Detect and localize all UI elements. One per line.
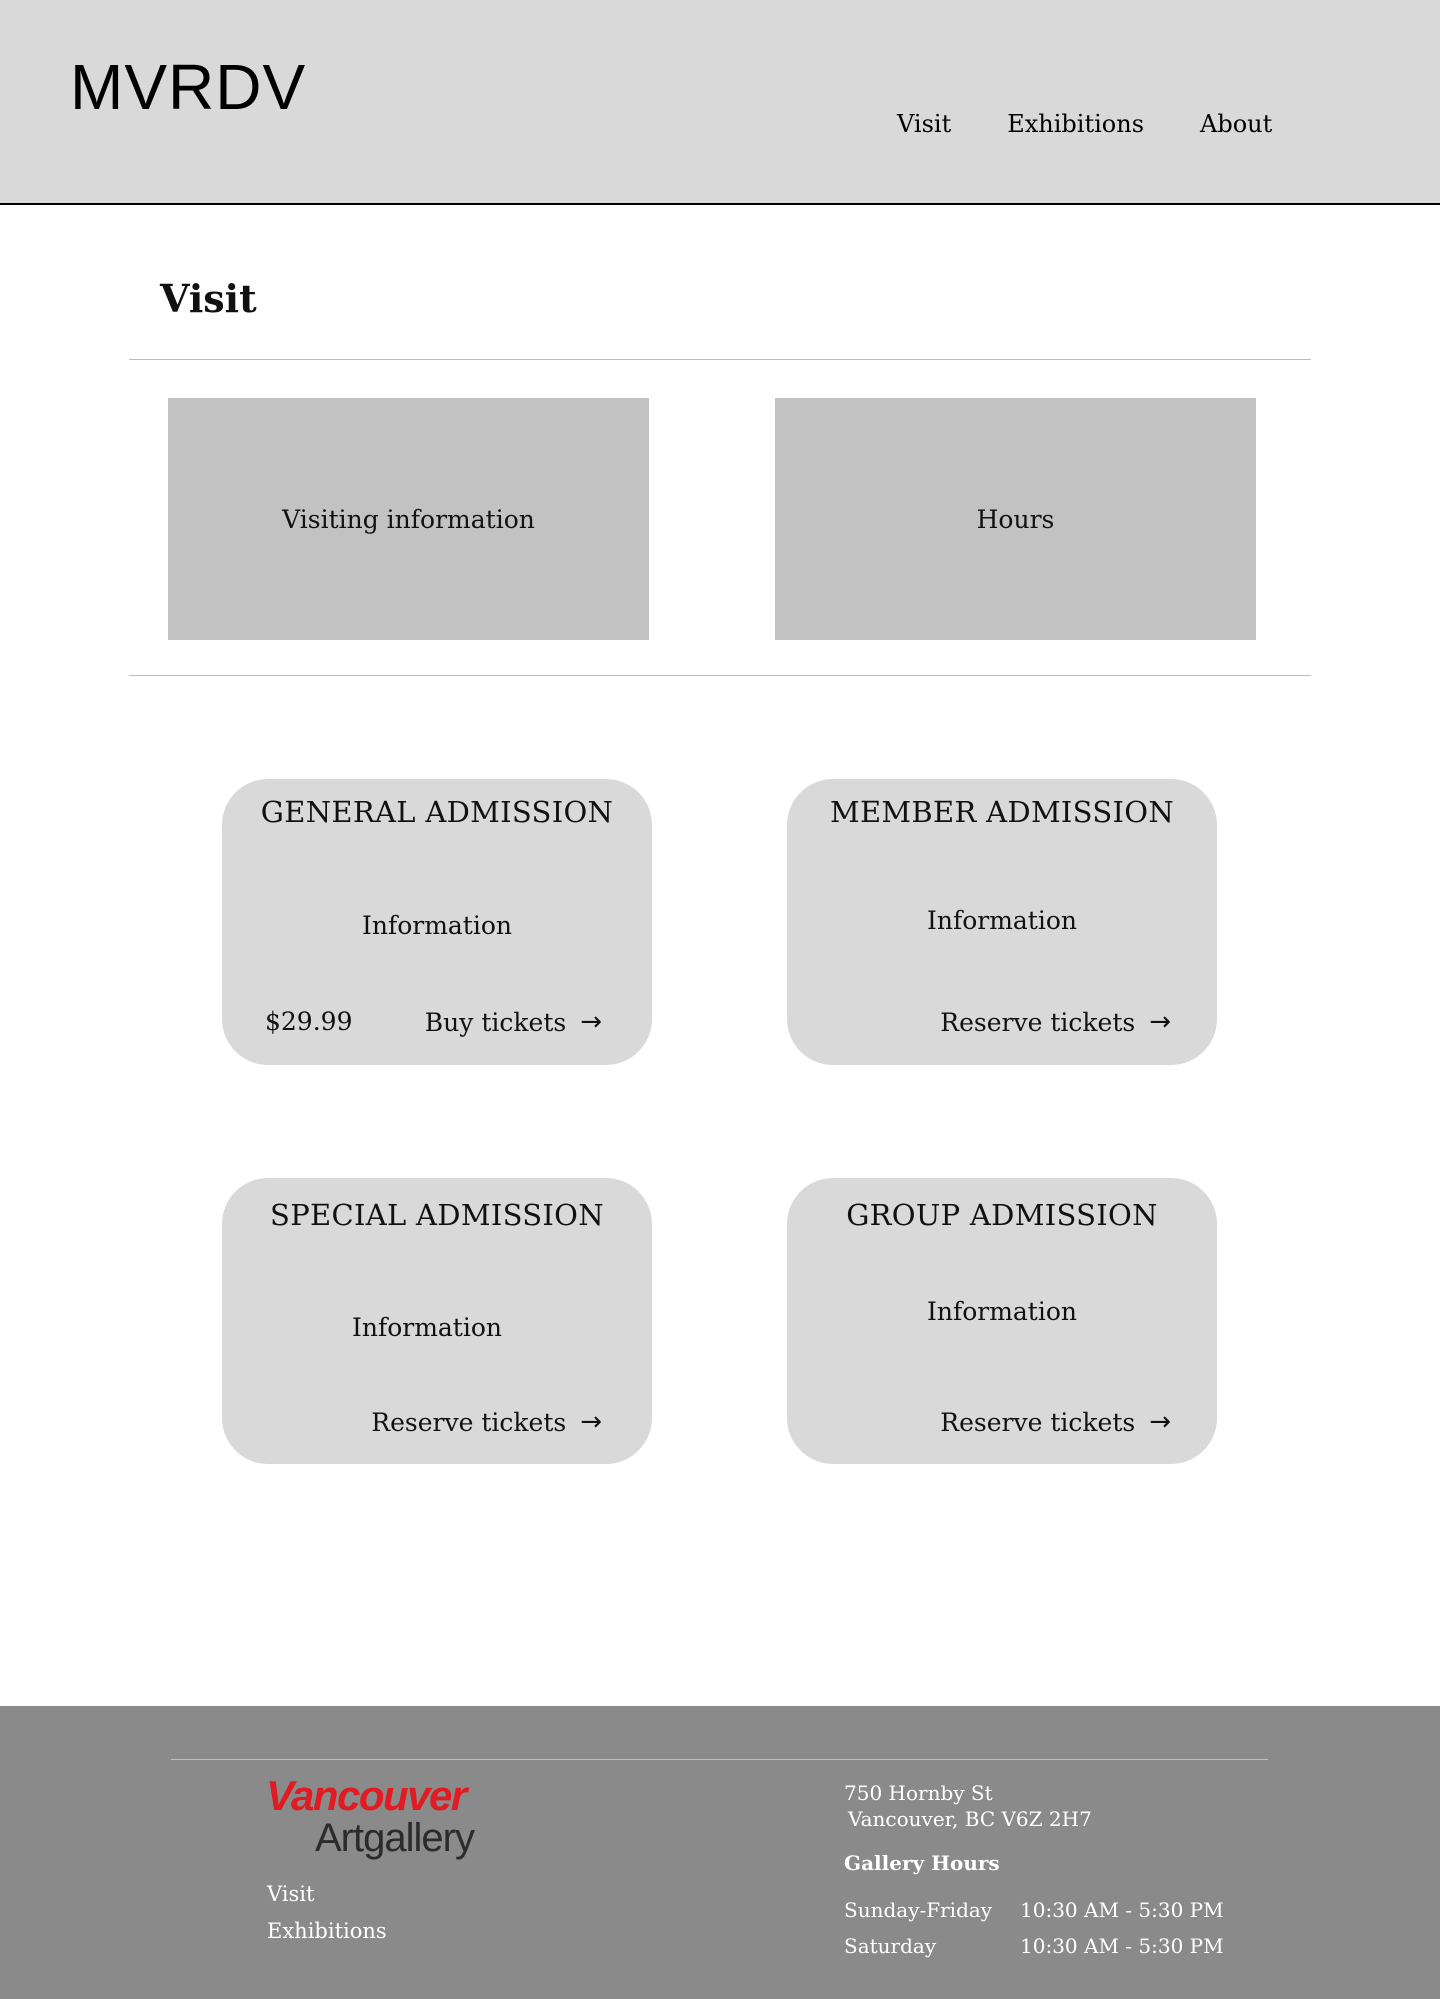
- main-nav: Visit Exhibitions About: [897, 110, 1328, 138]
- footer-divider: [171, 1759, 1268, 1760]
- hours-table: Sunday-Friday 10:30 AM - 5:30 PM Saturda…: [844, 1892, 1224, 1964]
- hours-heading: Gallery Hours: [844, 1851, 1000, 1875]
- reserve-tickets-link[interactable]: Reserve tickets →: [940, 1007, 1171, 1037]
- card-title: GROUP ADMISSION: [846, 1198, 1158, 1232]
- arrow-right-icon: →: [580, 1007, 602, 1037]
- site-logo[interactable]: MVRDV: [70, 50, 306, 124]
- cta-label: Buy tickets: [424, 1007, 567, 1037]
- arrow-right-icon: →: [1149, 1407, 1171, 1437]
- buy-tickets-link[interactable]: Buy tickets →: [425, 1007, 602, 1037]
- card-title: SPECIAL ADMISSION: [270, 1198, 604, 1232]
- hours-day: Sunday-Friday: [844, 1898, 993, 1922]
- footer-link-exhibitions[interactable]: Exhibitions: [267, 1913, 387, 1950]
- nav-about[interactable]: About: [1200, 110, 1272, 138]
- card-title: MEMBER ADMISSION: [829, 795, 1175, 829]
- nav-exhibitions[interactable]: Exhibitions: [1007, 110, 1144, 138]
- ticket-price: $29.99: [265, 1007, 353, 1036]
- tile-label: Visiting information: [282, 504, 535, 534]
- card-info: Information: [361, 911, 513, 940]
- arrow-right-icon: →: [1149, 1007, 1171, 1037]
- footer-links: Visit Exhibitions: [267, 1876, 387, 1950]
- divider: [129, 675, 1311, 676]
- special-admission-card: SPECIAL ADMISSION Information Reserve ti…: [222, 1178, 652, 1464]
- address: 750 Hornby St Vancouver, BC V6Z 2H7: [844, 1780, 1092, 1832]
- cta-label: Reserve tickets: [940, 1407, 1136, 1437]
- card-info: Information: [351, 1313, 503, 1342]
- vancouver-art-gallery-logo[interactable]: Vancouver Artgallery: [266, 1772, 475, 1860]
- nav-visit[interactable]: Visit: [897, 110, 951, 138]
- card-info: Information: [926, 1297, 1078, 1326]
- address-line: Vancouver, BC V6Z 2H7: [848, 1807, 1092, 1831]
- footer-link-visit[interactable]: Visit: [267, 1876, 387, 1913]
- brand-wordmark-top: Vancouver: [266, 1772, 467, 1819]
- hours-row: Saturday 10:30 AM - 5:30 PM: [844, 1928, 1224, 1964]
- hours-tile[interactable]: Hours: [775, 398, 1256, 640]
- site-header: MVRDV Visit Exhibitions About: [0, 0, 1440, 205]
- visiting-information-tile[interactable]: Visiting information: [168, 398, 649, 640]
- address-line: 750 Hornby St: [844, 1781, 993, 1805]
- site-footer: Vancouver Artgallery Visit Exhibitions 7…: [0, 1706, 1440, 1999]
- divider: [129, 359, 1311, 360]
- hours-time: 10:30 AM - 5:30 PM: [1020, 1898, 1224, 1922]
- card-info: Information: [926, 906, 1078, 935]
- reserve-tickets-link[interactable]: Reserve tickets →: [371, 1407, 602, 1437]
- card-title: GENERAL ADMISSION: [260, 795, 614, 829]
- page-title: Visit: [160, 276, 257, 321]
- reserve-tickets-link[interactable]: Reserve tickets →: [940, 1407, 1171, 1437]
- member-admission-card: MEMBER ADMISSION Information Reserve tic…: [787, 779, 1217, 1065]
- general-admission-card: GENERAL ADMISSION Information $29.99 Buy…: [222, 779, 652, 1065]
- arrow-right-icon: →: [580, 1407, 602, 1437]
- group-admission-card: GROUP ADMISSION Information Reserve tick…: [787, 1178, 1217, 1464]
- tile-label: Hours: [976, 504, 1055, 534]
- cta-label: Reserve tickets: [940, 1007, 1136, 1037]
- hours-row: Sunday-Friday 10:30 AM - 5:30 PM: [844, 1892, 1224, 1928]
- hours-time: 10:30 AM - 5:30 PM: [1020, 1934, 1224, 1958]
- brand-wordmark-bottom: Artgallery: [315, 1816, 475, 1860]
- cta-label: Reserve tickets: [371, 1407, 567, 1437]
- hours-day: Saturday: [844, 1934, 937, 1958]
